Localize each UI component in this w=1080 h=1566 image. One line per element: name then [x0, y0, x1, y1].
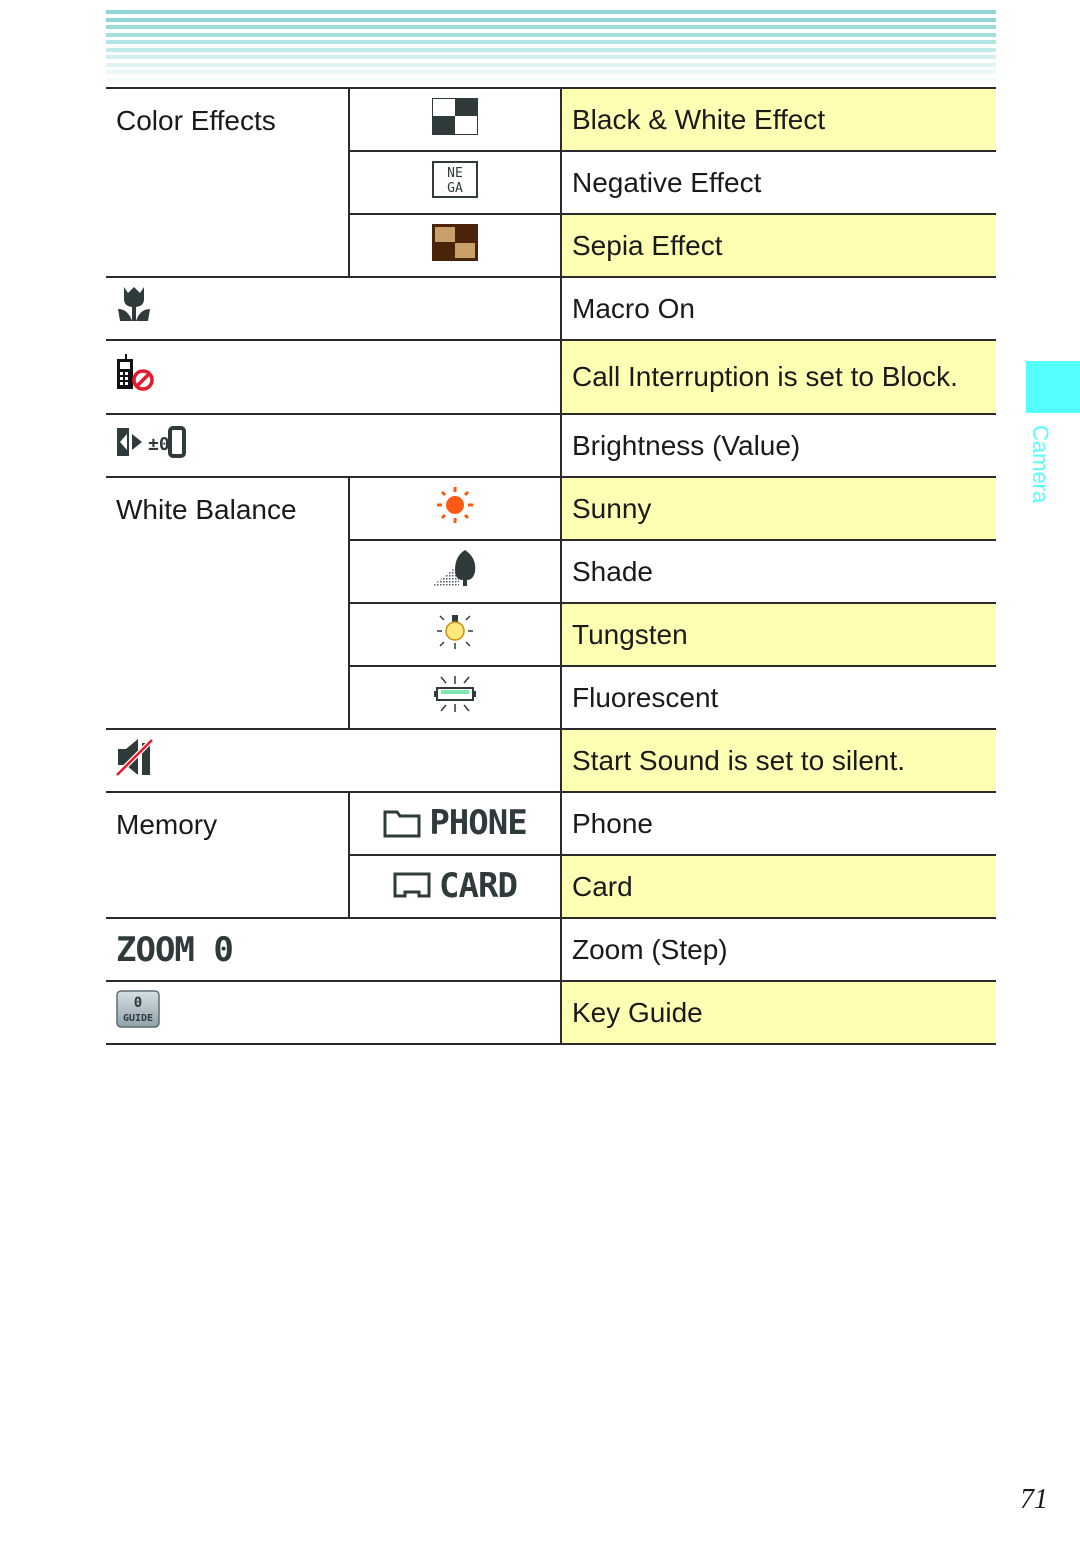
- zoom-icon: ZOOM 0: [116, 929, 234, 970]
- folder-phone-icon: PHONE: [383, 803, 528, 843]
- table-row: ±0 Brightness (Value): [106, 414, 996, 478]
- table-row: ZOOM 0 Zoom (Step): [106, 918, 996, 982]
- sound-muted-icon: [115, 738, 154, 777]
- row-description: Macro On: [561, 277, 996, 341]
- macro-tulip-icon: [118, 287, 150, 321]
- row-description: Black & White Effect: [561, 87, 996, 152]
- nega-icon: NEGA: [432, 160, 478, 198]
- row-description: Phone: [561, 792, 996, 856]
- row-description: Key Guide: [561, 981, 996, 1045]
- section-tab-label: Camera: [1028, 425, 1053, 504]
- svg-text:GUIDE: GUIDE: [123, 1013, 153, 1024]
- sunny-icon: [437, 487, 473, 523]
- card-icon: CARD: [393, 866, 518, 906]
- key-guide-icon: 0 GUIDE: [116, 990, 160, 1028]
- row-label: White Balance: [106, 477, 350, 730]
- table-row: Memory PHONE Phone: [106, 792, 996, 919]
- row-description: Tungsten: [561, 603, 996, 667]
- table-row: Start Sound is set to silent.: [106, 729, 996, 793]
- shade-icon: [432, 550, 476, 586]
- fluorescent-icon: [434, 676, 476, 712]
- row-description: Negative Effect: [561, 151, 996, 215]
- header-stripes: [106, 10, 996, 82]
- svg-text:0: 0: [134, 995, 142, 1011]
- row-description: Card: [561, 855, 996, 919]
- row-description: Brightness (Value): [561, 414, 996, 478]
- row-label: Color Effects: [106, 87, 350, 278]
- black-white-checker-icon: [432, 97, 478, 135]
- tungsten-bulb-icon: [437, 615, 473, 649]
- table-row: Color Effects Black & White Effect: [106, 87, 996, 278]
- row-description: Shade: [561, 540, 996, 604]
- svg-text:GA: GA: [447, 181, 463, 196]
- page-number: 71: [1020, 1484, 1048, 1515]
- table-row: White Balance Sunny: [106, 477, 996, 730]
- table-row: Call Interruption is set to Block.: [106, 340, 996, 415]
- brightness-icon: ±0: [117, 426, 186, 458]
- section-tab-marker: [1026, 361, 1080, 413]
- row-description: Sunny: [561, 477, 996, 541]
- row-label: Memory: [106, 792, 350, 919]
- row-description: Zoom (Step): [561, 918, 996, 982]
- table-row: Macro On: [106, 277, 996, 341]
- icon-reference-table: Color Effects Black & White Effect NE GA …: [106, 87, 996, 1045]
- row-description: Fluorescent: [561, 666, 996, 730]
- svg-text:NE: NE: [447, 166, 463, 181]
- call-block-icon: [117, 353, 154, 391]
- row-description: Sepia Effect: [561, 214, 996, 278]
- table-row: 0 GUIDE Key Guide: [106, 981, 996, 1045]
- sepia-checker-icon: [432, 223, 478, 261]
- svg-text:±0: ±0: [148, 434, 170, 455]
- row-description: Call Interruption is set to Block.: [561, 340, 996, 415]
- row-description: Start Sound is set to silent.: [561, 729, 996, 793]
